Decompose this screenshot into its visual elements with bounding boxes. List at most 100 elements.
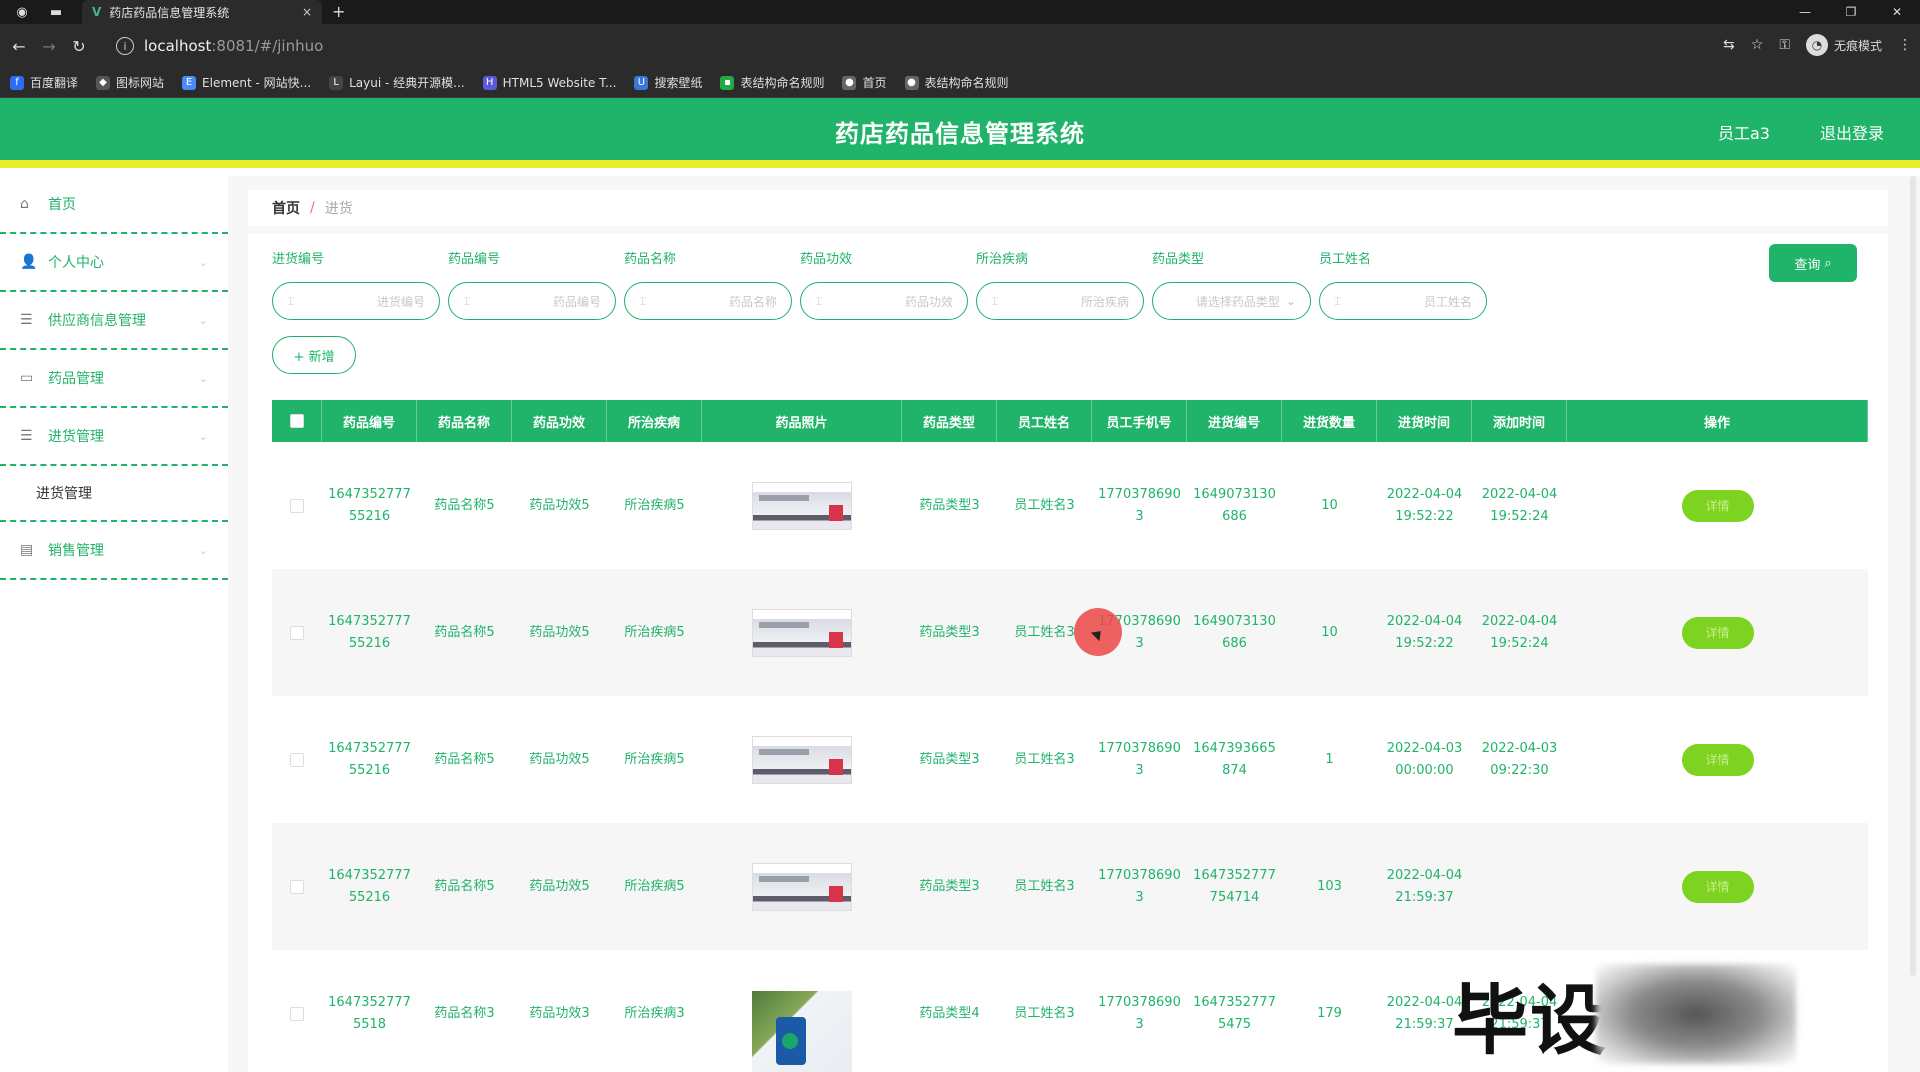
restore-icon[interactable]: ❐	[1828, 0, 1874, 24]
bookmark-item[interactable]: ● 首页	[842, 74, 887, 91]
row-checkbox[interactable]	[290, 498, 304, 513]
table-cell	[702, 823, 902, 950]
chevron-down-icon: ⌄	[198, 543, 208, 557]
column-header: 药品名称	[417, 400, 512, 442]
key-icon[interactable]: ⚿	[1779, 37, 1790, 53]
bookmark-star-icon[interactable]: ☆	[1751, 37, 1764, 53]
url-host: localhost	[144, 37, 212, 55]
table-cell-effect: 药品功效5	[529, 497, 590, 513]
drug-photo-mark	[829, 758, 843, 775]
tab-close-icon[interactable]: ×	[302, 5, 312, 19]
bookmark-item[interactable]: ◆ 图标网站	[96, 74, 164, 91]
app-title: 药店药品信息管理系统	[835, 120, 1085, 148]
bookmark-item[interactable]: L Layui - 经典开源模...	[329, 74, 465, 91]
filter-input[interactable]: ⌶ 药品名称	[624, 282, 792, 320]
bookmark-item[interactable]: ▪ 表结构命名规则	[720, 74, 824, 91]
filter-input[interactable]: ⌶ 进货编号	[272, 282, 440, 320]
sidebar-item[interactable]: ▭ 药品管理 ⌄	[0, 350, 228, 408]
row-checkbox[interactable]	[290, 625, 304, 640]
app-root: 药店药品信息管理系统 员工a3 退出登录 ⌂ 首页 👤 个人中心 ⌄ ☰ 供应商信息管理 ⌄ ▭…	[0, 98, 1920, 1072]
sidebar-item[interactable]: ⌂ 首页	[0, 176, 228, 234]
input-prefix-icon: ⌶	[463, 293, 471, 308]
bookmark-label: Layui - 经典开源模...	[349, 76, 465, 90]
table-cell-qty: 179	[1317, 1005, 1342, 1021]
table-cell-phone: 17703786903	[1098, 867, 1181, 905]
table-cell-staff: 员工姓名3	[1014, 497, 1075, 513]
table-cell-actions: 详情	[1567, 696, 1868, 823]
page-scrollbar[interactable]	[1910, 176, 1916, 976]
table-cell-purchase-no: 1649073130686	[1193, 613, 1276, 651]
sidebar-item[interactable]: ☰ 供应商信息管理 ⌄	[0, 292, 228, 350]
browser-menu-icon[interactable]: ◉	[10, 0, 34, 24]
add-button[interactable]: + 新增	[272, 336, 356, 374]
filter-input[interactable]: ⌶ 药品编号	[448, 282, 616, 320]
filter-label: 所治疾病	[976, 252, 1029, 267]
detail-button[interactable]: 详情	[1681, 489, 1754, 522]
bookmark-label: HTML5 Website T...	[502, 75, 617, 90]
browser-tab-active[interactable]: V 药店药品信息管理系统 ×	[82, 0, 322, 24]
row-checkbox[interactable]	[290, 879, 304, 894]
bookmark-favicon-icon: L	[329, 75, 344, 90]
filter-label: 药品功效	[800, 252, 853, 267]
filter-input[interactable]: ⌶ 所治疾病	[976, 282, 1144, 320]
sidebar-item-label: 进货管理	[48, 429, 104, 445]
table-cell-add-time: 2022-04-04 19:52:24	[1481, 486, 1558, 524]
sidebar-item[interactable]: 👤 个人中心 ⌄	[0, 234, 228, 292]
column-header: 药品编号	[322, 400, 417, 442]
search-button[interactable]: 查询 ⌕	[1769, 244, 1857, 282]
site-info-icon[interactable]: i	[116, 37, 134, 55]
input-prefix-icon: ⌶	[639, 293, 647, 308]
breadcrumb-home[interactable]: 首页	[272, 198, 300, 218]
bookmark-item[interactable]: U 搜索壁纸	[634, 74, 702, 91]
minimize-icon[interactable]: —	[1782, 0, 1828, 24]
table-cell-disease: 所治疾病5	[624, 497, 685, 513]
bookmark-favicon-icon: E	[182, 75, 197, 90]
select-all-checkbox[interactable]	[289, 414, 304, 428]
tab-strip-icon[interactable]: ▬	[44, 0, 68, 24]
bookmarks-bar: f 百度翻译 ◆ 图标网站 E Element - 网站快... L Layui - 经典开源…	[0, 68, 1920, 98]
bookmark-item[interactable]: f 百度翻译	[10, 74, 78, 91]
table-cell-qty: 10	[1321, 624, 1338, 640]
new-tab-button[interactable]: +	[332, 0, 345, 24]
table-cell-add-time: 2022-04-03 09:22:30	[1481, 740, 1558, 778]
filter-input[interactable]: ⌶ 药品功效	[800, 282, 968, 320]
detail-button[interactable]: 详情	[1681, 743, 1754, 776]
filter-placeholder: 员工姓名	[1423, 294, 1472, 309]
table-cell-phone: 17703786903	[1098, 994, 1181, 1032]
drug-photo-mark	[829, 885, 843, 902]
sidebar-item-label: 首页	[48, 197, 76, 213]
table-cell-staff: 员工姓名3	[1014, 751, 1075, 767]
column-header: 所治疾病	[607, 400, 702, 442]
filter-placeholder: 所治疾病	[1080, 294, 1129, 309]
close-window-icon[interactable]: ✕	[1874, 0, 1920, 24]
forward-arrow-icon[interactable]: →	[34, 37, 64, 56]
back-arrow-icon[interactable]: ←	[4, 37, 34, 56]
row-checkbox[interactable]	[290, 1006, 304, 1021]
table-cell-drug-no: 164735277755216	[328, 740, 411, 778]
filter-input[interactable]: 请选择药品类型 ⌄	[1152, 282, 1311, 320]
sidebar-item[interactable]: ☰ 进货管理 ⌄	[0, 408, 228, 466]
sidebar-item[interactable]: ▤ 销售管理 ⌄	[0, 522, 228, 580]
row-select-cell	[272, 823, 322, 950]
table-cell	[702, 696, 902, 823]
sidebar-subitem[interactable]: 进货管理	[0, 466, 228, 522]
tab-title: 药店药品信息管理系统	[109, 5, 230, 20]
bookmark-item[interactable]: ● 表结构命名规则	[904, 74, 1009, 91]
logout-link[interactable]: 退出登录	[1820, 120, 1884, 144]
column-header: 添加时间	[1472, 400, 1567, 442]
profile-button[interactable]: ◔ 无痕模式	[1805, 34, 1882, 56]
filter-input[interactable]: ⌶ 员工姓名	[1319, 282, 1487, 320]
detail-button[interactable]: 详情	[1681, 870, 1754, 903]
sidebar-item-label: 销售管理	[48, 543, 104, 559]
bookmark-item[interactable]: H HTML5 Website T...	[482, 75, 617, 90]
detail-button[interactable]: 详情	[1681, 616, 1754, 649]
translate-icon[interactable]: ⇆	[1723, 37, 1735, 53]
toolbar-right: ⇆ ☆ ⚿ ◔ 无痕模式 ⋮	[1723, 34, 1912, 56]
url-input[interactable]: i localhost:8081/#/jinhuo	[108, 30, 1688, 62]
bookmark-item[interactable]: E Element - 网站快...	[182, 74, 311, 91]
more-menu-icon[interactable]: ⋮	[1898, 37, 1912, 53]
app-header: 药店药品信息管理系统 员工a3 退出登录	[0, 98, 1920, 168]
content-panel: 查询 ⌕ + 新增 药品编号 药品名称 药品功效 所治疾病 药品照片 药品类型 员工姓名 员工…	[248, 234, 1888, 1072]
reload-icon[interactable]: ↻	[64, 37, 94, 56]
row-checkbox[interactable]	[290, 752, 304, 767]
